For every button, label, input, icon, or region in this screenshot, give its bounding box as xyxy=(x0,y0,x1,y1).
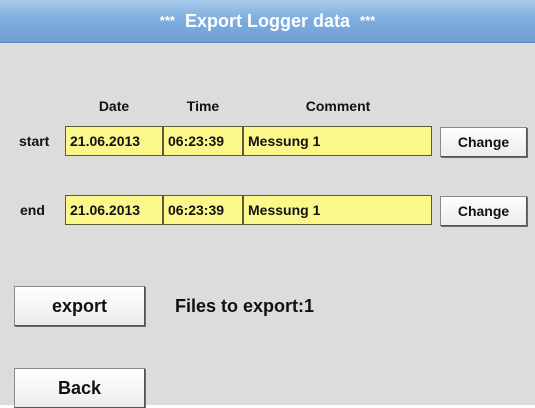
title-stars-left: *** xyxy=(159,13,175,28)
start-date-field[interactable]: 21.06.2013 xyxy=(65,126,163,156)
column-header-comment: Comment xyxy=(305,98,371,114)
start-time-field[interactable]: 06:23:39 xyxy=(163,126,243,156)
end-date-field[interactable]: 21.06.2013 xyxy=(65,195,163,225)
window-title: *** Export Logger data *** xyxy=(0,0,535,42)
end-row-label: end xyxy=(20,202,45,218)
export-button[interactable]: export xyxy=(14,286,145,326)
title-stars-right: *** xyxy=(360,13,376,28)
end-time-field[interactable]: 06:23:39 xyxy=(163,195,243,225)
title-label: Export Logger data xyxy=(184,11,350,31)
column-header-time: Time xyxy=(186,98,220,114)
start-change-button[interactable]: Change xyxy=(440,127,527,157)
end-comment-field[interactable]: Messung 1 xyxy=(243,195,432,225)
export-logger-screen: *** Export Logger data *** Date Time Com… xyxy=(0,0,535,408)
end-change-button[interactable]: Change xyxy=(440,196,527,226)
start-row-label: start xyxy=(19,133,50,149)
files-to-export-text: Files to export:1 xyxy=(175,296,315,316)
column-header-date: Date xyxy=(98,98,130,114)
back-button[interactable]: Back xyxy=(14,368,145,408)
start-comment-field[interactable]: Messung 1 xyxy=(243,126,432,156)
